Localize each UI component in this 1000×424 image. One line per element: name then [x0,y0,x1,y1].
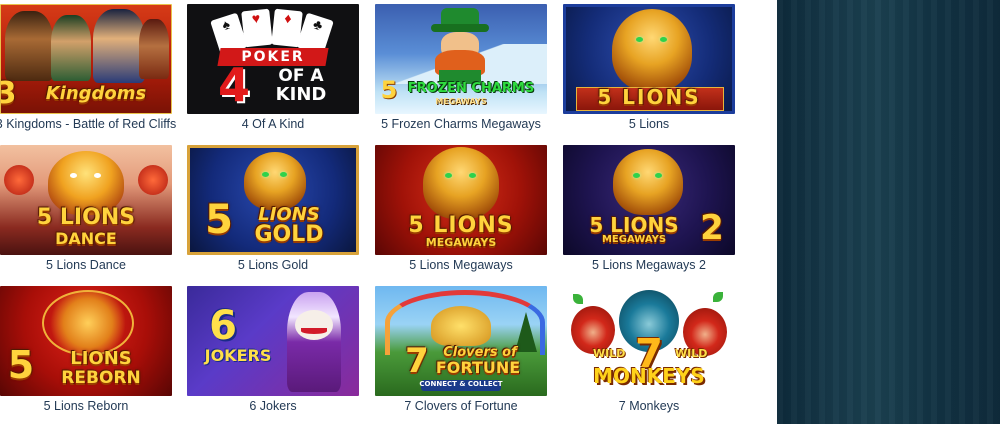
logo-text: 5 LIONS [375,215,547,237]
logo-text-of-a: OF A [278,66,324,86]
game-tile-7-monkeys[interactable]: WILD 7 WILD MONKEYS 7 Monkeys [563,286,735,422]
game-tile-3-kingdoms[interactable]: 3 Kingdoms 3 Kingdoms - Battle of Red Cl… [0,4,176,140]
game-thumbnail[interactable]: 5 FROZEN CHARMS MEGAWAYS [375,4,547,114]
logo-number: 5 [597,85,614,109]
logo-number: 5 [205,197,233,243]
game-title[interactable]: 5 Lions Megaways 2 [553,258,745,276]
game-thumbnail[interactable]: 5 LIONS MEGAWAYS [375,145,547,255]
logo-text: 5 LIONS [569,215,699,235]
logo-number: 5 [36,205,53,230]
game-thumbnail[interactable]: 6 JOKERS [187,286,359,396]
game-title[interactable]: 5 Frozen Charms Megaways [365,117,557,135]
logo-word-gold: GOLD [254,222,324,247]
logo-word-lions: LIONS [70,348,132,369]
game-title[interactable]: 5 Lions Megaways [365,258,557,276]
logo-text: Kingdoms [45,83,147,104]
logo-word-wild-right: WILD [675,347,708,360]
game-title[interactable]: 5 Lions Dance [0,258,182,276]
logo-number: 5 [7,343,35,387]
logo-word: LIONS [59,205,136,230]
logo-subtext: MEGAWAYS [601,234,667,245]
logo-subtext: MEGAWAYS [425,236,497,249]
logo-number: 5 [408,213,425,238]
game-thumbnail[interactable]: 5 LIONS MEGAWAYS 2 [563,145,735,255]
game-thumbnail[interactable]: WILD 7 WILD MONKEYS [563,286,735,396]
logo-word-wild-left: WILD [593,347,626,360]
logo-subtext: MEGAWAYS [435,97,487,106]
game-grid: 3 Kingdoms 3 Kingdoms - Battle of Red Cl… [0,0,777,424]
logo-word-fortune: FORTUNE [435,358,521,377]
game-title[interactable]: 6 Jokers [177,399,369,417]
game-tile-5-lions-dance[interactable]: 5 LIONS DANCE 5 Lions Dance [0,145,172,281]
sidebar-background [777,0,1000,424]
game-thumbnail[interactable]: 3 Kingdoms [0,4,172,114]
logo-text: FROZEN CHARMS [407,81,535,96]
game-tile-7-clovers[interactable]: 7 Clovers of FORTUNE CONNECT & COLLECT 7… [375,286,547,422]
game-tile-5-lions-megaways-2[interactable]: 5 LIONS MEGAWAYS 2 5 Lions Megaways 2 [563,145,735,281]
game-title[interactable]: 5 Lions Reborn [0,399,182,417]
game-title[interactable]: 5 Lions Gold [177,258,369,276]
game-tile-4-of-a-kind[interactable]: ♠ ♥ ♦ ♣ POKER 4 OF A KIND 4 Of A Kind [187,4,359,140]
game-tile-5-lions-megaways[interactable]: 5 LIONS MEGAWAYS 5 Lions Megaways [375,145,547,281]
logo-sequel-number: 2 [700,208,724,248]
game-tile-6-jokers[interactable]: 6 JOKERS 6 Jokers [187,286,359,422]
game-title[interactable]: 4 Of A Kind [177,117,369,135]
logo-text: 5 LIONS [0,207,172,229]
game-thumbnail[interactable]: 7 Clovers of FORTUNE CONNECT & COLLECT [375,286,547,396]
game-tile-5-lions-gold[interactable]: 5 LIONS GOLD 5 Lions Gold [187,145,359,281]
logo-number: 6 [209,303,237,349]
game-title[interactable]: 7 Monkeys [553,399,745,417]
logo-text-kind: KIND [275,84,327,105]
logo-word: JOKERS [204,346,272,365]
game-tile-5-lions[interactable]: 5 LIONS 5 Lions [563,4,735,140]
game-title[interactable]: 3 Kingdoms - Battle of Red Cliffs [0,117,182,135]
game-thumbnail[interactable]: 5 LIONS REBORN [0,286,172,396]
logo-word: LIONS [433,213,514,238]
game-tile-5-frozen-charms[interactable]: 5 FROZEN CHARMS MEGAWAYS 5 Frozen Charms… [375,4,547,140]
game-thumbnail[interactable]: ♠ ♥ ♦ ♣ POKER 4 OF A KIND [187,4,359,114]
logo-subtext: DANCE [55,229,117,248]
game-thumbnail[interactable]: 5 LIONS [563,4,735,114]
game-title[interactable]: 7 Clovers of Fortune [365,399,557,417]
game-thumbnail[interactable]: 5 LIONS GOLD [187,145,359,255]
logo-text: 5 LIONS [566,87,732,107]
logo-subtext: CONNECT & COLLECT [419,380,503,388]
card-suits-icon: ♠ ♥ ♦ ♣ [210,8,334,56]
game-tile-5-lions-reborn[interactable]: 5 LIONS REBORN 5 Lions Reborn [0,286,172,422]
game-title[interactable]: 5 Lions [553,117,745,135]
logo-word-reborn: REBORN [61,368,141,388]
game-thumbnail[interactable]: 5 LIONS DANCE [0,145,172,255]
logo-number: 4 [217,58,250,112]
logo-word: MONKEYS [593,364,705,388]
logo-word: LIONS [622,85,701,109]
